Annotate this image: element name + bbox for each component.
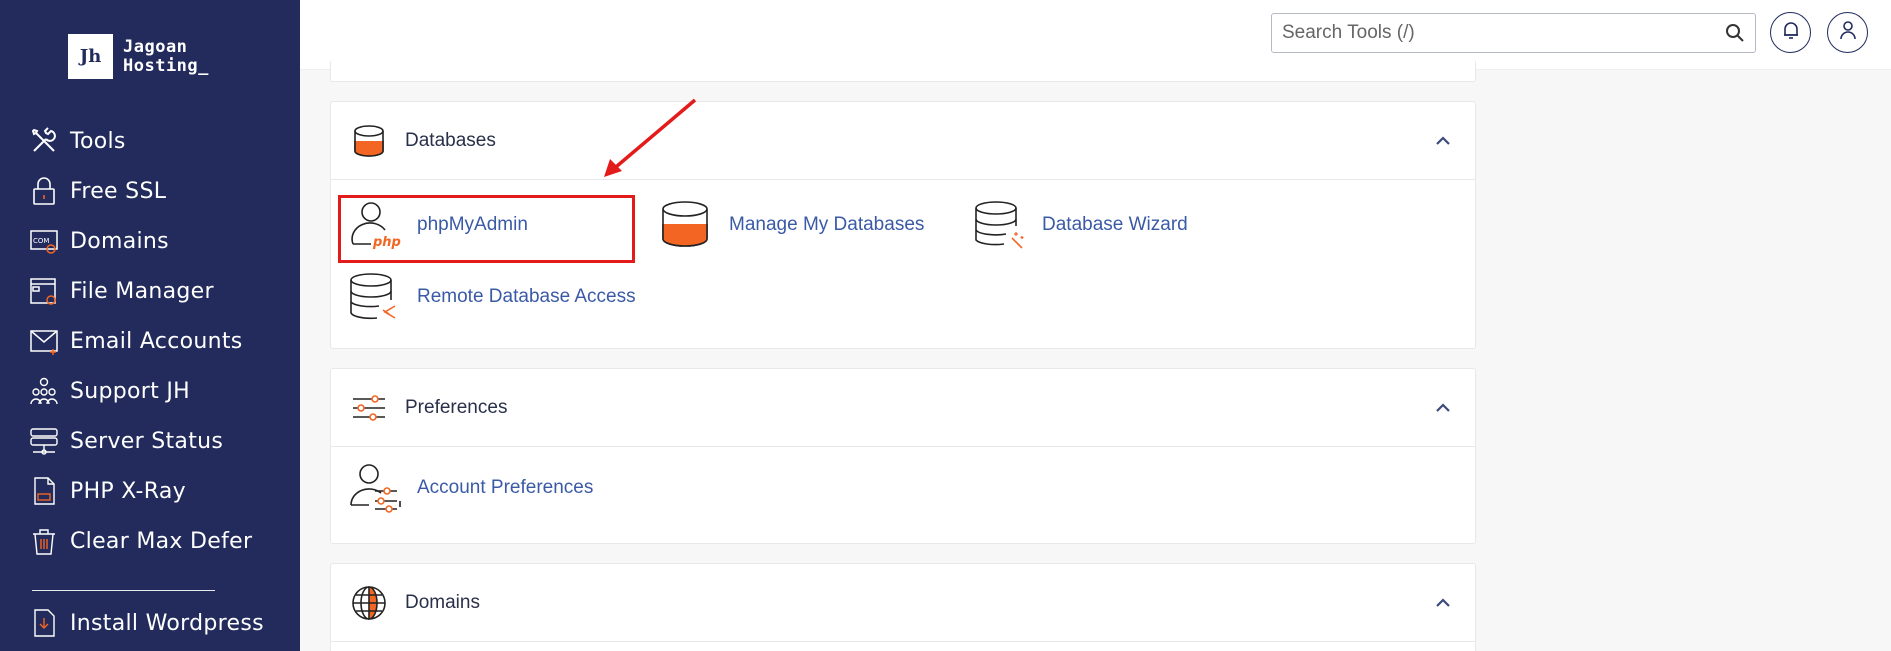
file-manager-icon <box>28 275 60 307</box>
svg-text:COM: COM <box>33 237 49 245</box>
domains-panel-header[interactable]: Domains <box>331 564 1475 642</box>
previous-panel-bottom <box>330 60 1476 82</box>
search-input[interactable] <box>1282 22 1715 44</box>
panel-title: Databases <box>405 129 496 151</box>
tool-manage-my-databases[interactable]: Manage My Databases <box>659 198 924 252</box>
account-preferences-icon <box>347 461 401 515</box>
sidebar-item-label: File Manager <box>70 278 214 304</box>
sidebar-item-support-jh[interactable]: Support JH <box>28 366 252 416</box>
bell-icon <box>1782 20 1800 45</box>
lock-icon <box>28 175 60 207</box>
sidebar-item-email-accounts[interactable]: Email Accounts <box>28 316 252 366</box>
chevron-up-icon[interactable] <box>1433 398 1453 418</box>
domains-panel: Domains <box>330 563 1476 651</box>
brand-name-line2: Hosting_ <box>123 55 209 76</box>
install-icon <box>28 607 60 639</box>
tool-label: Manage My Databases <box>729 214 925 235</box>
tool-account-preferences[interactable]: Account Preferences <box>347 461 593 515</box>
databases-panel-header[interactable]: Databases <box>331 102 1475 180</box>
domain-icon: COM <box>28 225 60 257</box>
annotation-arrow <box>604 98 697 177</box>
preferences-panel-header[interactable]: Preferences <box>331 369 1475 447</box>
sidebar-item-label: Domains <box>70 228 169 254</box>
sidebar-item-php-x-ray[interactable]: PHP X-Ray <box>28 466 252 516</box>
tool-remote-database-access[interactable]: Remote Database Access <box>347 270 636 324</box>
brand-logo[interactable]: Jh Jagoan Hosting_ <box>68 34 209 79</box>
support-icon <box>28 375 60 407</box>
sidebar-item-free-ssl[interactable]: Free SSL <box>28 166 252 216</box>
sidebar-item-server-status[interactable]: Server Status <box>28 416 252 466</box>
nav-divider <box>32 590 215 591</box>
notifications-button[interactable] <box>1770 12 1811 53</box>
tool-label: Database Wizard <box>1042 214 1188 235</box>
sidebar-item-domains[interactable]: COM Domains <box>28 216 252 266</box>
brand-name-line1: Jagoan <box>123 36 188 57</box>
panel-title: Domains <box>405 591 480 613</box>
database-icon <box>351 123 387 159</box>
sidebar-item-tools[interactable]: Tools <box>28 116 252 166</box>
sidebar-item-install-wordpress[interactable]: Install Wordpress <box>28 598 264 648</box>
php-file-icon <box>28 475 60 507</box>
database-icon <box>659 198 713 252</box>
search-box[interactable] <box>1271 13 1756 53</box>
tools-icon <box>28 125 60 157</box>
preferences-panel: Preferences Account Preferences <box>330 368 1476 544</box>
sidebar-nav: Tools Free SSL COM Domains File Manager … <box>28 116 252 566</box>
logo-mark: Jh <box>68 34 113 79</box>
chevron-up-icon[interactable] <box>1433 593 1453 613</box>
search-icon[interactable] <box>1715 14 1755 52</box>
email-icon <box>28 325 60 357</box>
sidebar-item-label: Clear Max Defer <box>70 528 253 554</box>
sidebar-item-file-manager[interactable]: File Manager <box>28 266 252 316</box>
sidebar-item-label: PHP X-Ray <box>70 478 186 504</box>
tool-label: Account Preferences <box>417 477 594 498</box>
sidebar-item-label: Install Wordpress <box>70 610 264 636</box>
remote-database-icon <box>347 270 401 324</box>
sidebar-item-label: Free SSL <box>70 178 167 204</box>
chevron-up-icon[interactable] <box>1433 131 1453 151</box>
tool-database-wizard[interactable]: Database Wizard <box>972 198 1188 252</box>
user-icon <box>1839 20 1857 45</box>
sidebar-item-clear-max-defer[interactable]: Clear Max Defer <box>28 516 252 566</box>
panel-title: Preferences <box>405 396 508 418</box>
sliders-icon <box>351 390 387 426</box>
sidebar-item-label: Email Accounts <box>70 328 243 354</box>
database-wizard-icon <box>972 198 1026 252</box>
server-icon <box>28 425 60 457</box>
sidebar-item-label: Support JH <box>70 378 190 404</box>
sidebar-item-label: Server Status <box>70 428 224 454</box>
globe-icon <box>351 585 387 621</box>
highlight-box <box>338 195 635 263</box>
sidebar: Jh Jagoan Hosting_ Tools Free SSL COM Do… <box>0 0 300 651</box>
trash-icon <box>28 525 60 557</box>
user-account-button[interactable] <box>1827 12 1868 53</box>
tool-label: Remote Database Access <box>417 286 636 307</box>
sidebar-item-label: Tools <box>70 128 126 154</box>
